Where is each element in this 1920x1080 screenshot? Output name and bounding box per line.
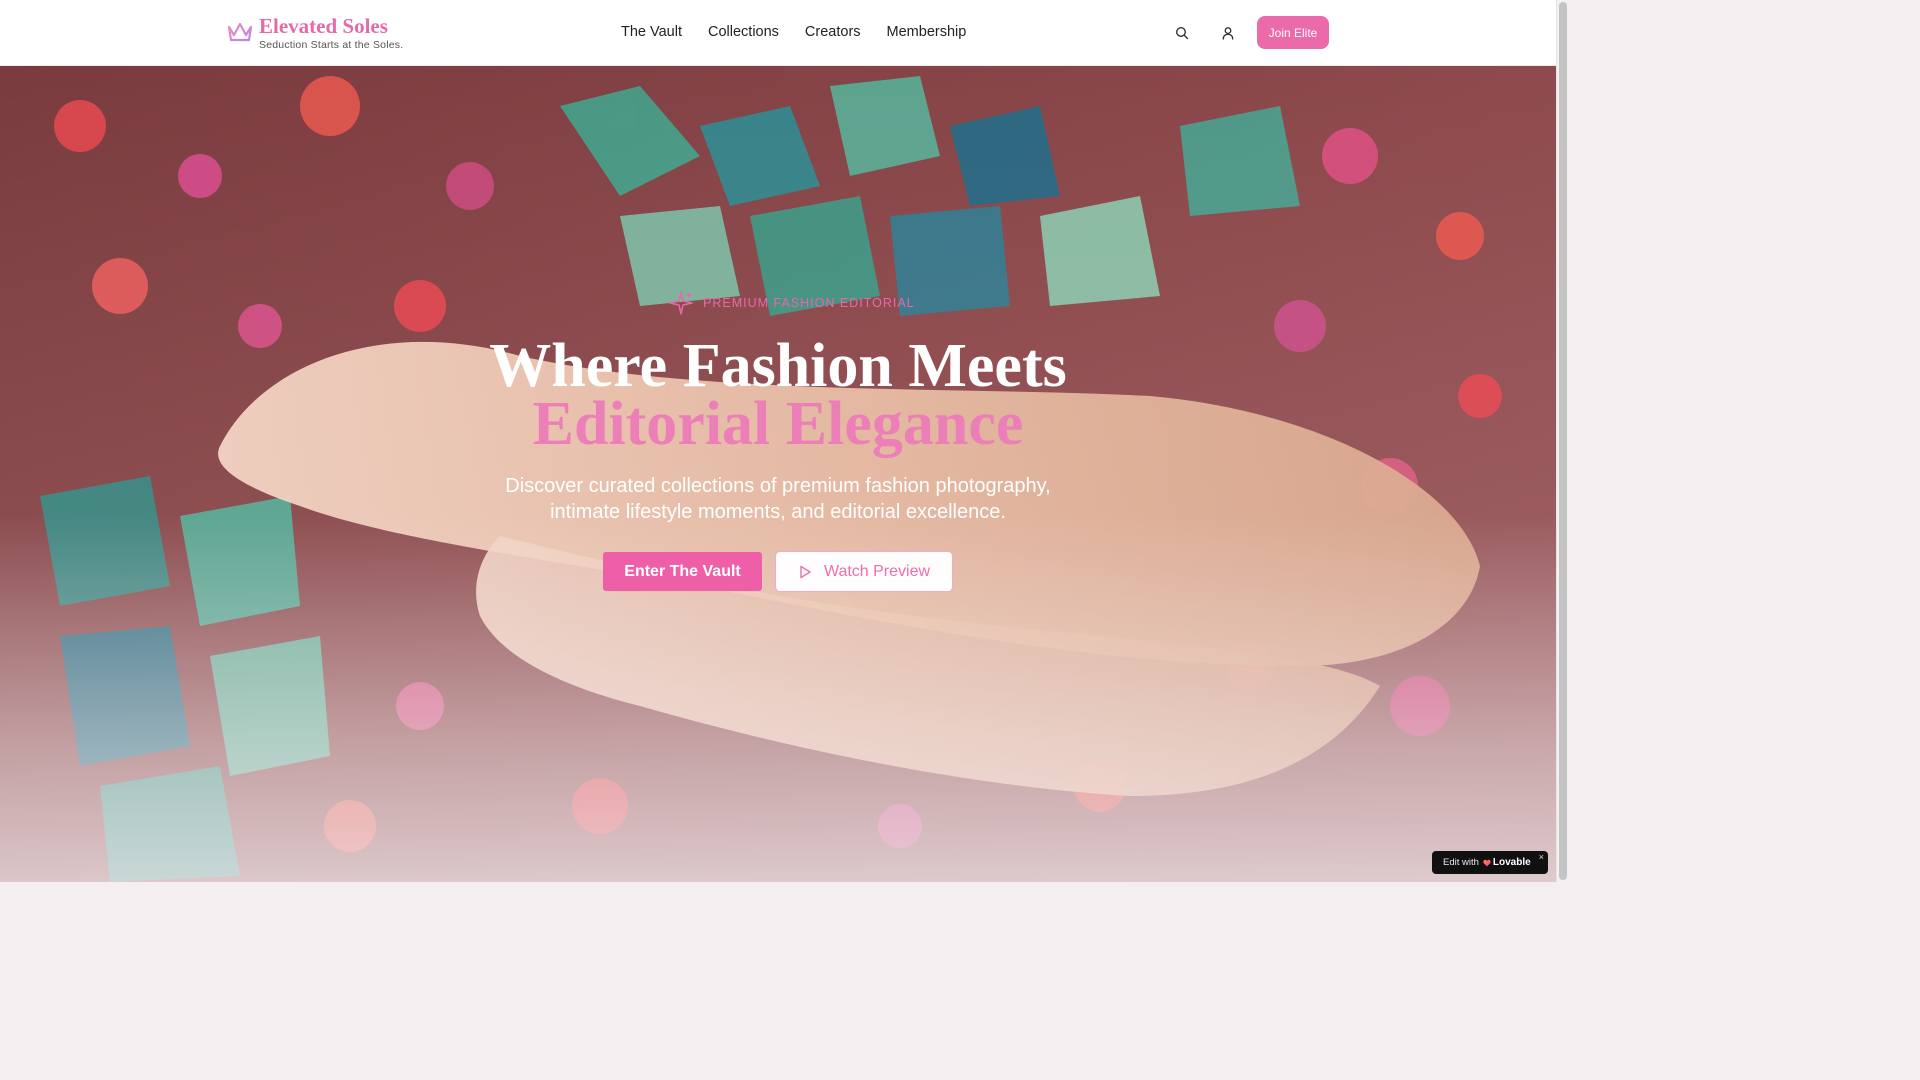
nav-the-vault[interactable]: The Vault (621, 22, 682, 42)
hero-badge-label: PREMIUM FASHION EDITORIAL (703, 296, 915, 310)
hero-subtitle-line1: Discover curated collections of premium … (505, 475, 1051, 497)
lovable-heart-icon (1483, 859, 1491, 866)
crown-icon (227, 22, 253, 46)
brand-title: Elevated Soles (259, 14, 388, 38)
brand-logo-link[interactable]: Elevated Soles Seduction Starts at the S… (226, 14, 403, 51)
user-icon (1222, 27, 1234, 40)
nav-collections[interactable]: Collections (708, 22, 779, 42)
main-nav: The Vault Collections Creators Membershi… (608, 22, 979, 42)
brand-tagline: Seduction Starts at the Soles. (259, 39, 404, 51)
page-scrollbar[interactable] (1556, 0, 1568, 882)
sparkle-icon (669, 291, 693, 315)
lovable-edit-label: Edit with (1443, 857, 1479, 868)
scrollbar-thumb[interactable] (1559, 2, 1567, 880)
hero-subtitle: Discover curated collections of premium … (0, 473, 1556, 525)
site-header: Elevated Soles Seduction Starts at the S… (0, 0, 1556, 66)
hero-headline-line2: Editorial Elegance (532, 390, 1024, 458)
edit-with-lovable-badge[interactable]: Edit with Lovable × (1432, 851, 1548, 874)
hero-headline-line1: Where Fashion Meets (489, 332, 1067, 400)
watch-preview-label: Watch Preview (823, 562, 931, 580)
search-button[interactable] (1171, 22, 1193, 44)
hero-subtitle-line2: intimate lifestyle moments, and editoria… (550, 501, 1006, 523)
nav-membership[interactable]: Membership (887, 22, 967, 42)
hero-section: PREMIUM FASHION EDITORIAL Where Fashion … (0, 66, 1556, 882)
join-elite-button[interactable]: Join Elite (1257, 16, 1329, 49)
hero-badge: PREMIUM FASHION EDITORIAL (668, 290, 915, 316)
lovable-close-button[interactable]: × (1539, 852, 1544, 862)
play-icon (800, 565, 811, 578)
watch-preview-button[interactable]: Watch Preview (775, 551, 953, 592)
account-button[interactable] (1217, 22, 1239, 44)
enter-vault-button[interactable]: Enter The Vault (603, 552, 762, 591)
lovable-brand: Lovable (1492, 857, 1531, 868)
search-icon (1175, 26, 1189, 40)
nav-creators[interactable]: Creators (805, 22, 861, 42)
